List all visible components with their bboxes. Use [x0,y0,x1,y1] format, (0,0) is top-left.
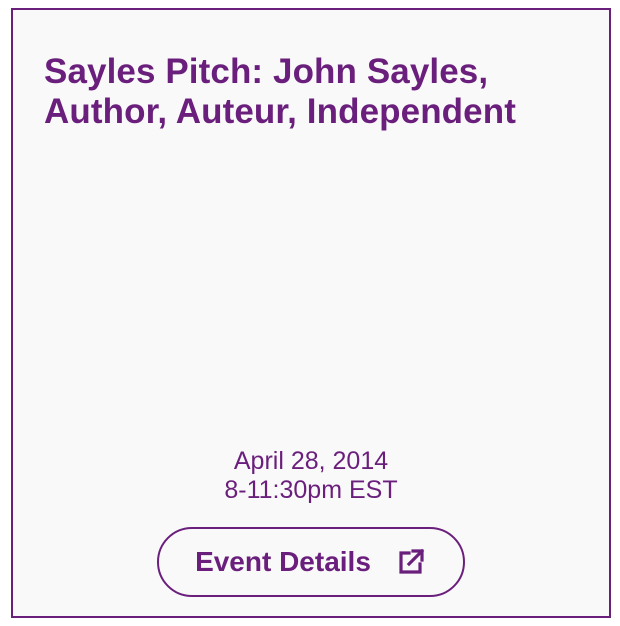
external-link-icon [395,546,427,578]
event-title: Sayles Pitch: John Sayles, Author, Auteu… [44,52,516,131]
event-details-label: Event Details [195,546,371,577]
event-date: April 28, 2014 [233,447,389,475]
event-details-button[interactable]: Event Details [157,527,465,597]
event-time: 8-11:30pm EST [224,476,398,504]
event-datetime: April 28, 2014 8-11:30pm EST [13,447,609,505]
event-card: Sayles Pitch: John Sayles, Author, Auteu… [11,8,611,618]
